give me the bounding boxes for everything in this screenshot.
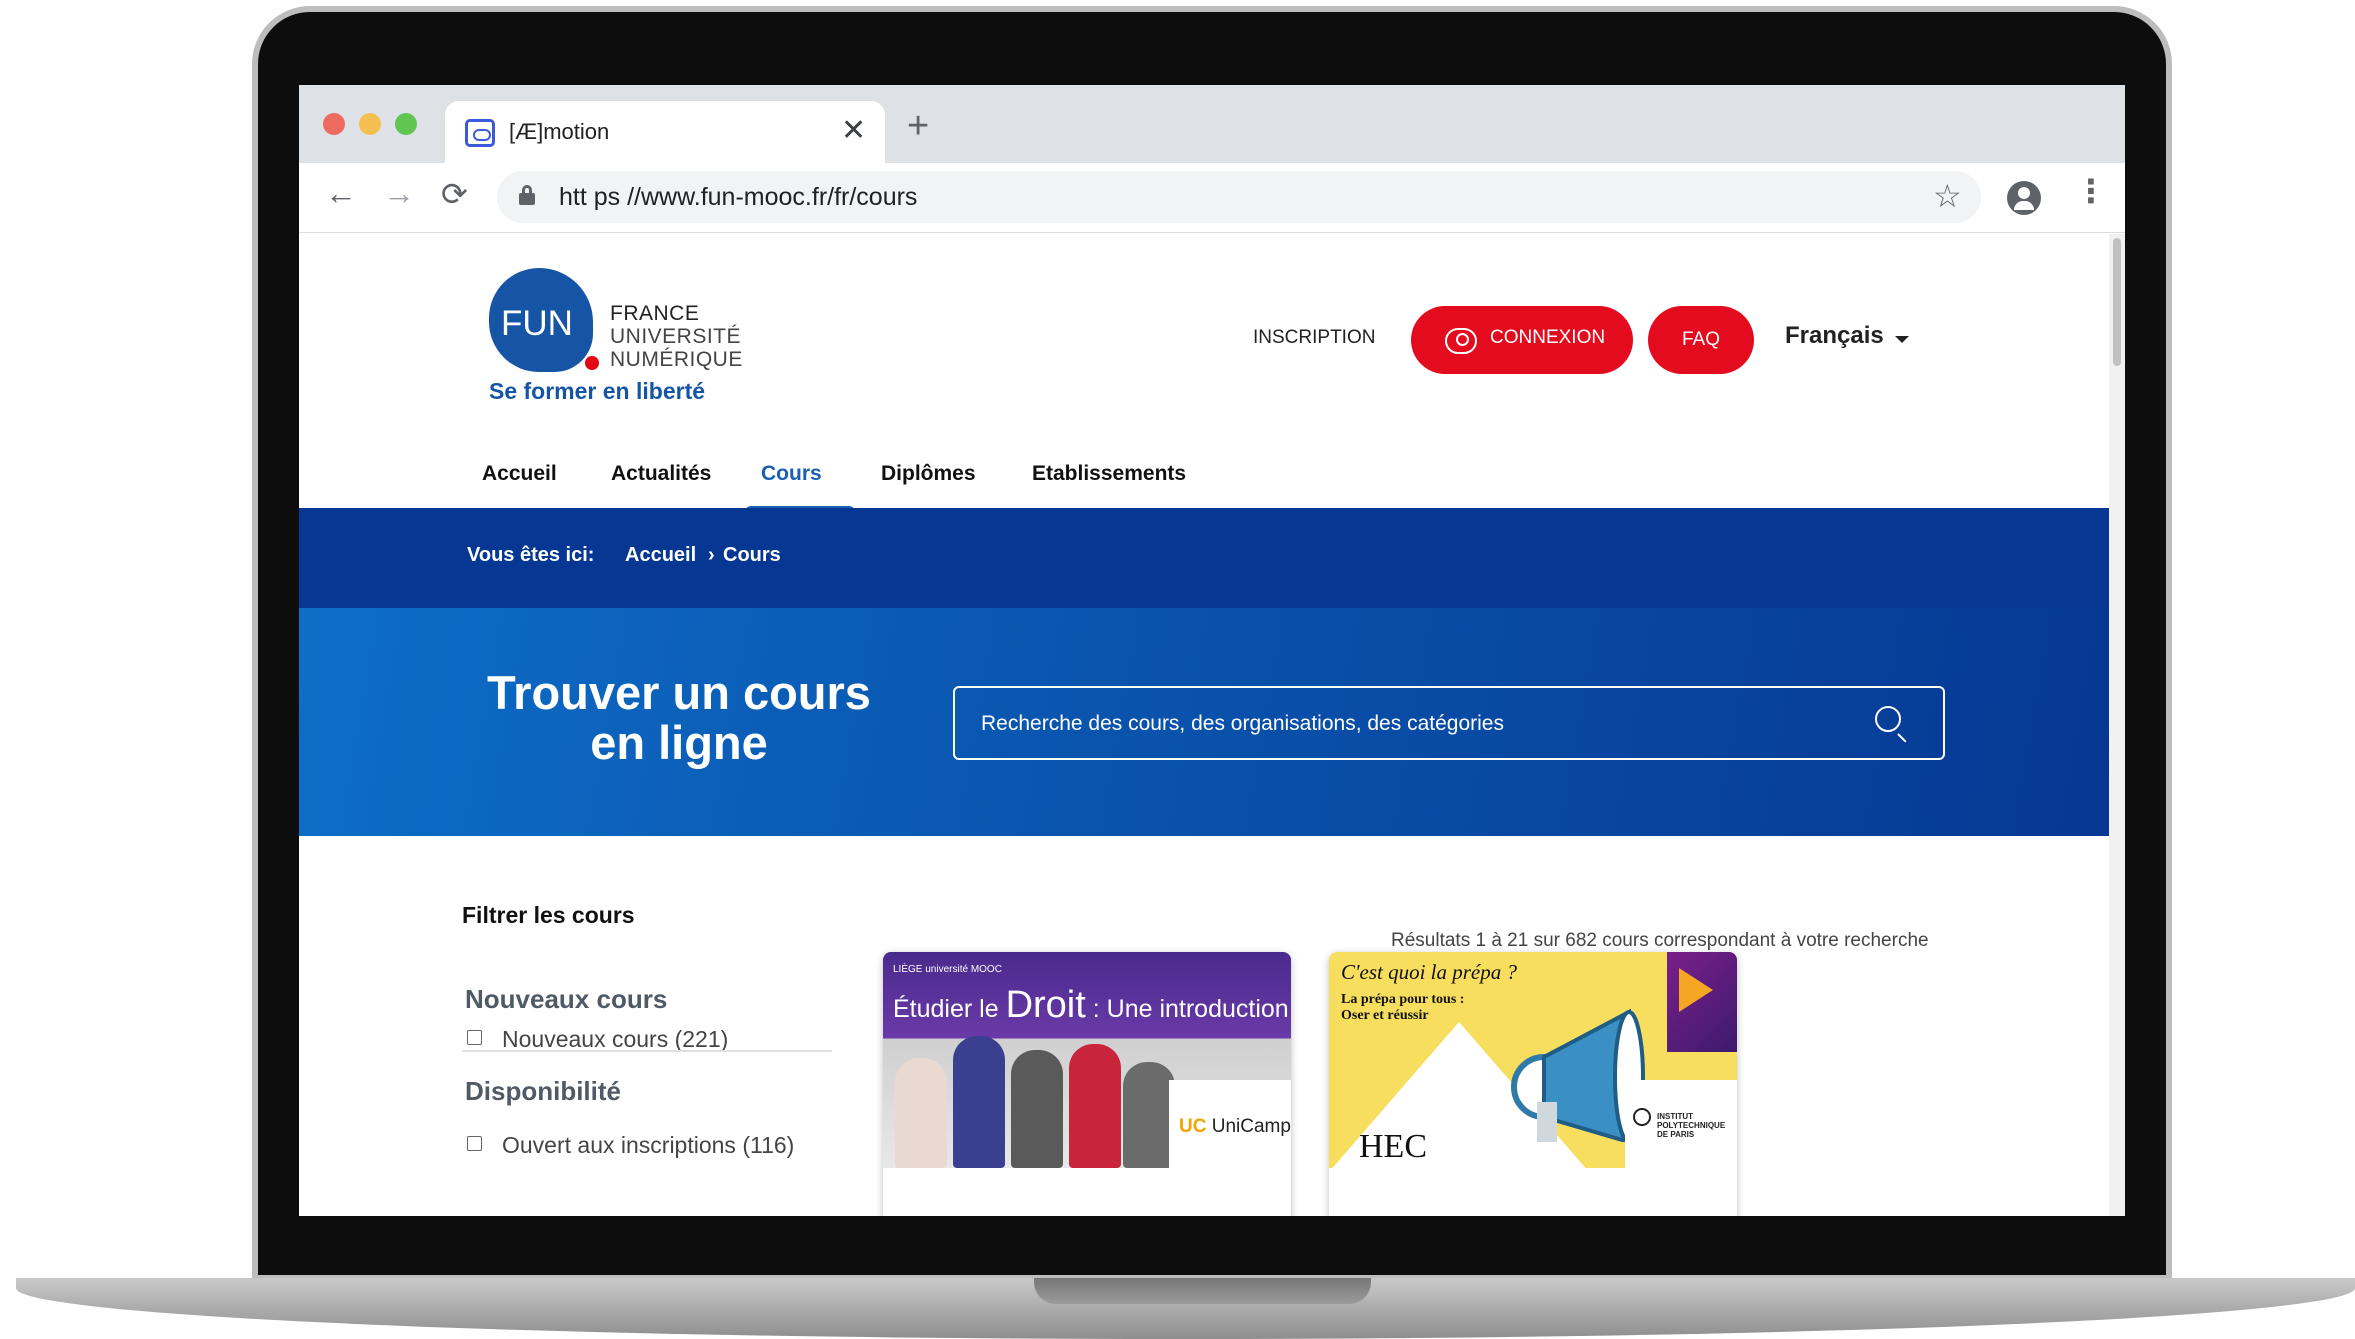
play-corner-icon — [1667, 952, 1737, 1052]
tab-bar: [Æ]motion ✕ + — [299, 85, 2125, 163]
aemotion-favicon-icon — [465, 119, 495, 147]
course-image-title-suffix: : Une introduction — [1085, 995, 1289, 1023]
course-card[interactable]: C'est quoi la prépa ? La prépa pour tous… — [1329, 952, 1737, 1216]
illustration-person — [1123, 1062, 1175, 1168]
logo-tagline: Se former en liberté — [489, 378, 706, 404]
tab-close-icon[interactable]: ✕ — [841, 113, 866, 148]
seal-icon — [1633, 1108, 1651, 1126]
facet-divider — [462, 1050, 832, 1052]
vertical-scrollbar[interactable] — [2109, 234, 2125, 1216]
minimize-window-button[interactable] — [359, 113, 381, 135]
forward-arrow-icon[interactable]: → — [383, 175, 415, 212]
tab-title: [Æ]motion — [509, 119, 610, 144]
close-window-button[interactable] — [323, 113, 345, 135]
logo-line-numerique: NUMÉRIQUE — [610, 348, 743, 371]
course-image-title-big: Droit — [1005, 984, 1086, 1026]
reload-icon[interactable]: ⟳ — [441, 175, 468, 213]
breadcrumb-prefix: Vous êtes ici: — [467, 544, 595, 566]
connexion-button[interactable]: CONNEXION — [1411, 306, 1633, 374]
illustration-person — [895, 1058, 947, 1168]
language-selector[interactable]: Français — [1785, 322, 1884, 350]
menu-dots-icon[interactable]: ⋮ — [2075, 175, 2107, 207]
caret-down-icon[interactable] — [1895, 336, 1909, 343]
lock-icon[interactable] — [519, 185, 535, 205]
org-logo-text: UC UniCamp — [1179, 1116, 1291, 1138]
nav-item-actualites[interactable]: Actualités — [611, 462, 711, 486]
bookmark-star-icon[interactable]: ☆ — [1933, 177, 1962, 215]
course-card[interactable]: LIÈGE université MOOC Étudier le Droit :… — [883, 952, 1291, 1216]
facet-option-label[interactable]: Nouveaux cours (221) — [502, 1026, 728, 1053]
main-navigation: Accueil Actualités Cours Diplômes Etabli… — [299, 454, 2109, 512]
connexion-label: CONNEXION — [1490, 327, 1606, 348]
course-image-title-prefix: Étudier le — [893, 995, 1006, 1023]
facet-title-disponibilite: Disponibilité — [465, 1076, 621, 1106]
checkbox[interactable] — [467, 1136, 482, 1151]
checkbox[interactable] — [467, 1030, 482, 1045]
org-logo-polytechnique: INSTITUT POLYTECHNIQUE DE PARIS — [1625, 1080, 1737, 1170]
user-icon — [1445, 328, 1477, 354]
illustration-person — [1069, 1044, 1121, 1168]
course-card-image: LIÈGE université MOOC Étudier le Droit :… — [883, 952, 1291, 1170]
org-logo-unicamp: UC UniCamp — [1169, 1080, 1291, 1170]
facet-title-nouveaux-cours: Nouveaux cours — [465, 984, 668, 1014]
breadcrumb-separator: › — [708, 544, 715, 566]
search-icon[interactable] — [1875, 706, 1909, 743]
faq-button[interactable]: FAQ — [1648, 306, 1754, 374]
search-placeholder: Recherche des cours, des organisations, … — [981, 712, 1504, 735]
breadcrumb: Vous êtes ici: Accueil › Cours — [299, 508, 2109, 608]
page-viewport: FUN FRANCE UNIVERSITÉ NUMÉRIQUE Se forme… — [299, 234, 2125, 1216]
facet-option-label[interactable]: Ouvert aux inscriptions (116) — [502, 1132, 794, 1159]
search-hero: Trouver un cours en ligne Recherche des … — [299, 608, 2109, 836]
url-text[interactable]: htt ps //www.fun-mooc.fr/fr/cours — [559, 183, 917, 212]
laptop-notch — [1034, 1278, 1371, 1304]
hero-title-line2: en ligne — [590, 716, 768, 769]
logo-red-dot — [585, 356, 599, 370]
filter-title: Filtrer les cours — [462, 902, 635, 928]
org-logo-name: UniCamp — [1206, 1116, 1291, 1137]
nav-item-accueil[interactable]: Accueil — [482, 462, 557, 486]
course-image-sub1: La prépa pour tous : — [1341, 992, 1465, 1007]
nav-item-etablissements[interactable]: Etablissements — [1032, 462, 1186, 486]
logo-line-france: FRANCE — [610, 302, 700, 325]
course-image-brand: LIÈGE université MOOC — [893, 964, 1002, 975]
hero-title-line1: Trouver un cours — [487, 666, 871, 719]
illustration-person — [953, 1036, 1005, 1168]
back-arrow-icon[interactable]: ← — [325, 175, 357, 212]
nav-item-cours[interactable]: Cours — [761, 462, 822, 486]
course-card-image: C'est quoi la prépa ? La prépa pour tous… — [1329, 952, 1737, 1172]
address-bar[interactable]: htt ps //www.fun-mooc.fr/fr/cours ☆ — [497, 171, 1981, 223]
org-logo-prefix: UC — [1179, 1116, 1207, 1137]
logo-fun-text: FUN — [501, 304, 573, 343]
browser-tab[interactable]: [Æ]motion ✕ — [445, 101, 885, 163]
breadcrumb-home-link[interactable]: Accueil — [625, 544, 696, 567]
breadcrumb-current: Cours — [723, 544, 781, 566]
results-summary: Résultats 1 à 21 sur 682 cours correspon… — [1391, 930, 1929, 951]
hero-title: Trouver un cours en ligne — [449, 668, 909, 768]
maximize-window-button[interactable] — [395, 113, 417, 135]
inscription-link[interactable]: INSCRIPTION — [1253, 327, 1375, 349]
account-icon[interactable] — [2007, 181, 2041, 215]
nav-item-diplomes[interactable]: Diplômes — [881, 462, 976, 486]
org-logo-name: INSTITUT POLYTECHNIQUE DE PARIS — [1657, 1112, 1726, 1139]
logo-line-universite: UNIVERSITÉ — [610, 325, 742, 348]
illustration-person — [1011, 1050, 1063, 1168]
hec-logo: HEC — [1359, 1128, 1427, 1165]
new-tab-button[interactable]: + — [907, 105, 929, 148]
course-image-title: Étudier le Droit : Une introduction — [893, 984, 1289, 1027]
browser-toolbar: ← → ⟳ htt ps //www.fun-mooc.fr/fr/cours … — [299, 163, 2125, 233]
scrollbar-thumb[interactable] — [2113, 238, 2121, 366]
course-search-input[interactable]: Recherche des cours, des organisations, … — [953, 686, 1945, 760]
browser-window: [Æ]motion ✕ + ← → ⟳ htt ps //www.fun-moo… — [299, 85, 2125, 1216]
course-image-sub2: Oser et réussir — [1341, 1008, 1429, 1023]
course-image-question: C'est quoi la prépa ? — [1341, 960, 1517, 984]
